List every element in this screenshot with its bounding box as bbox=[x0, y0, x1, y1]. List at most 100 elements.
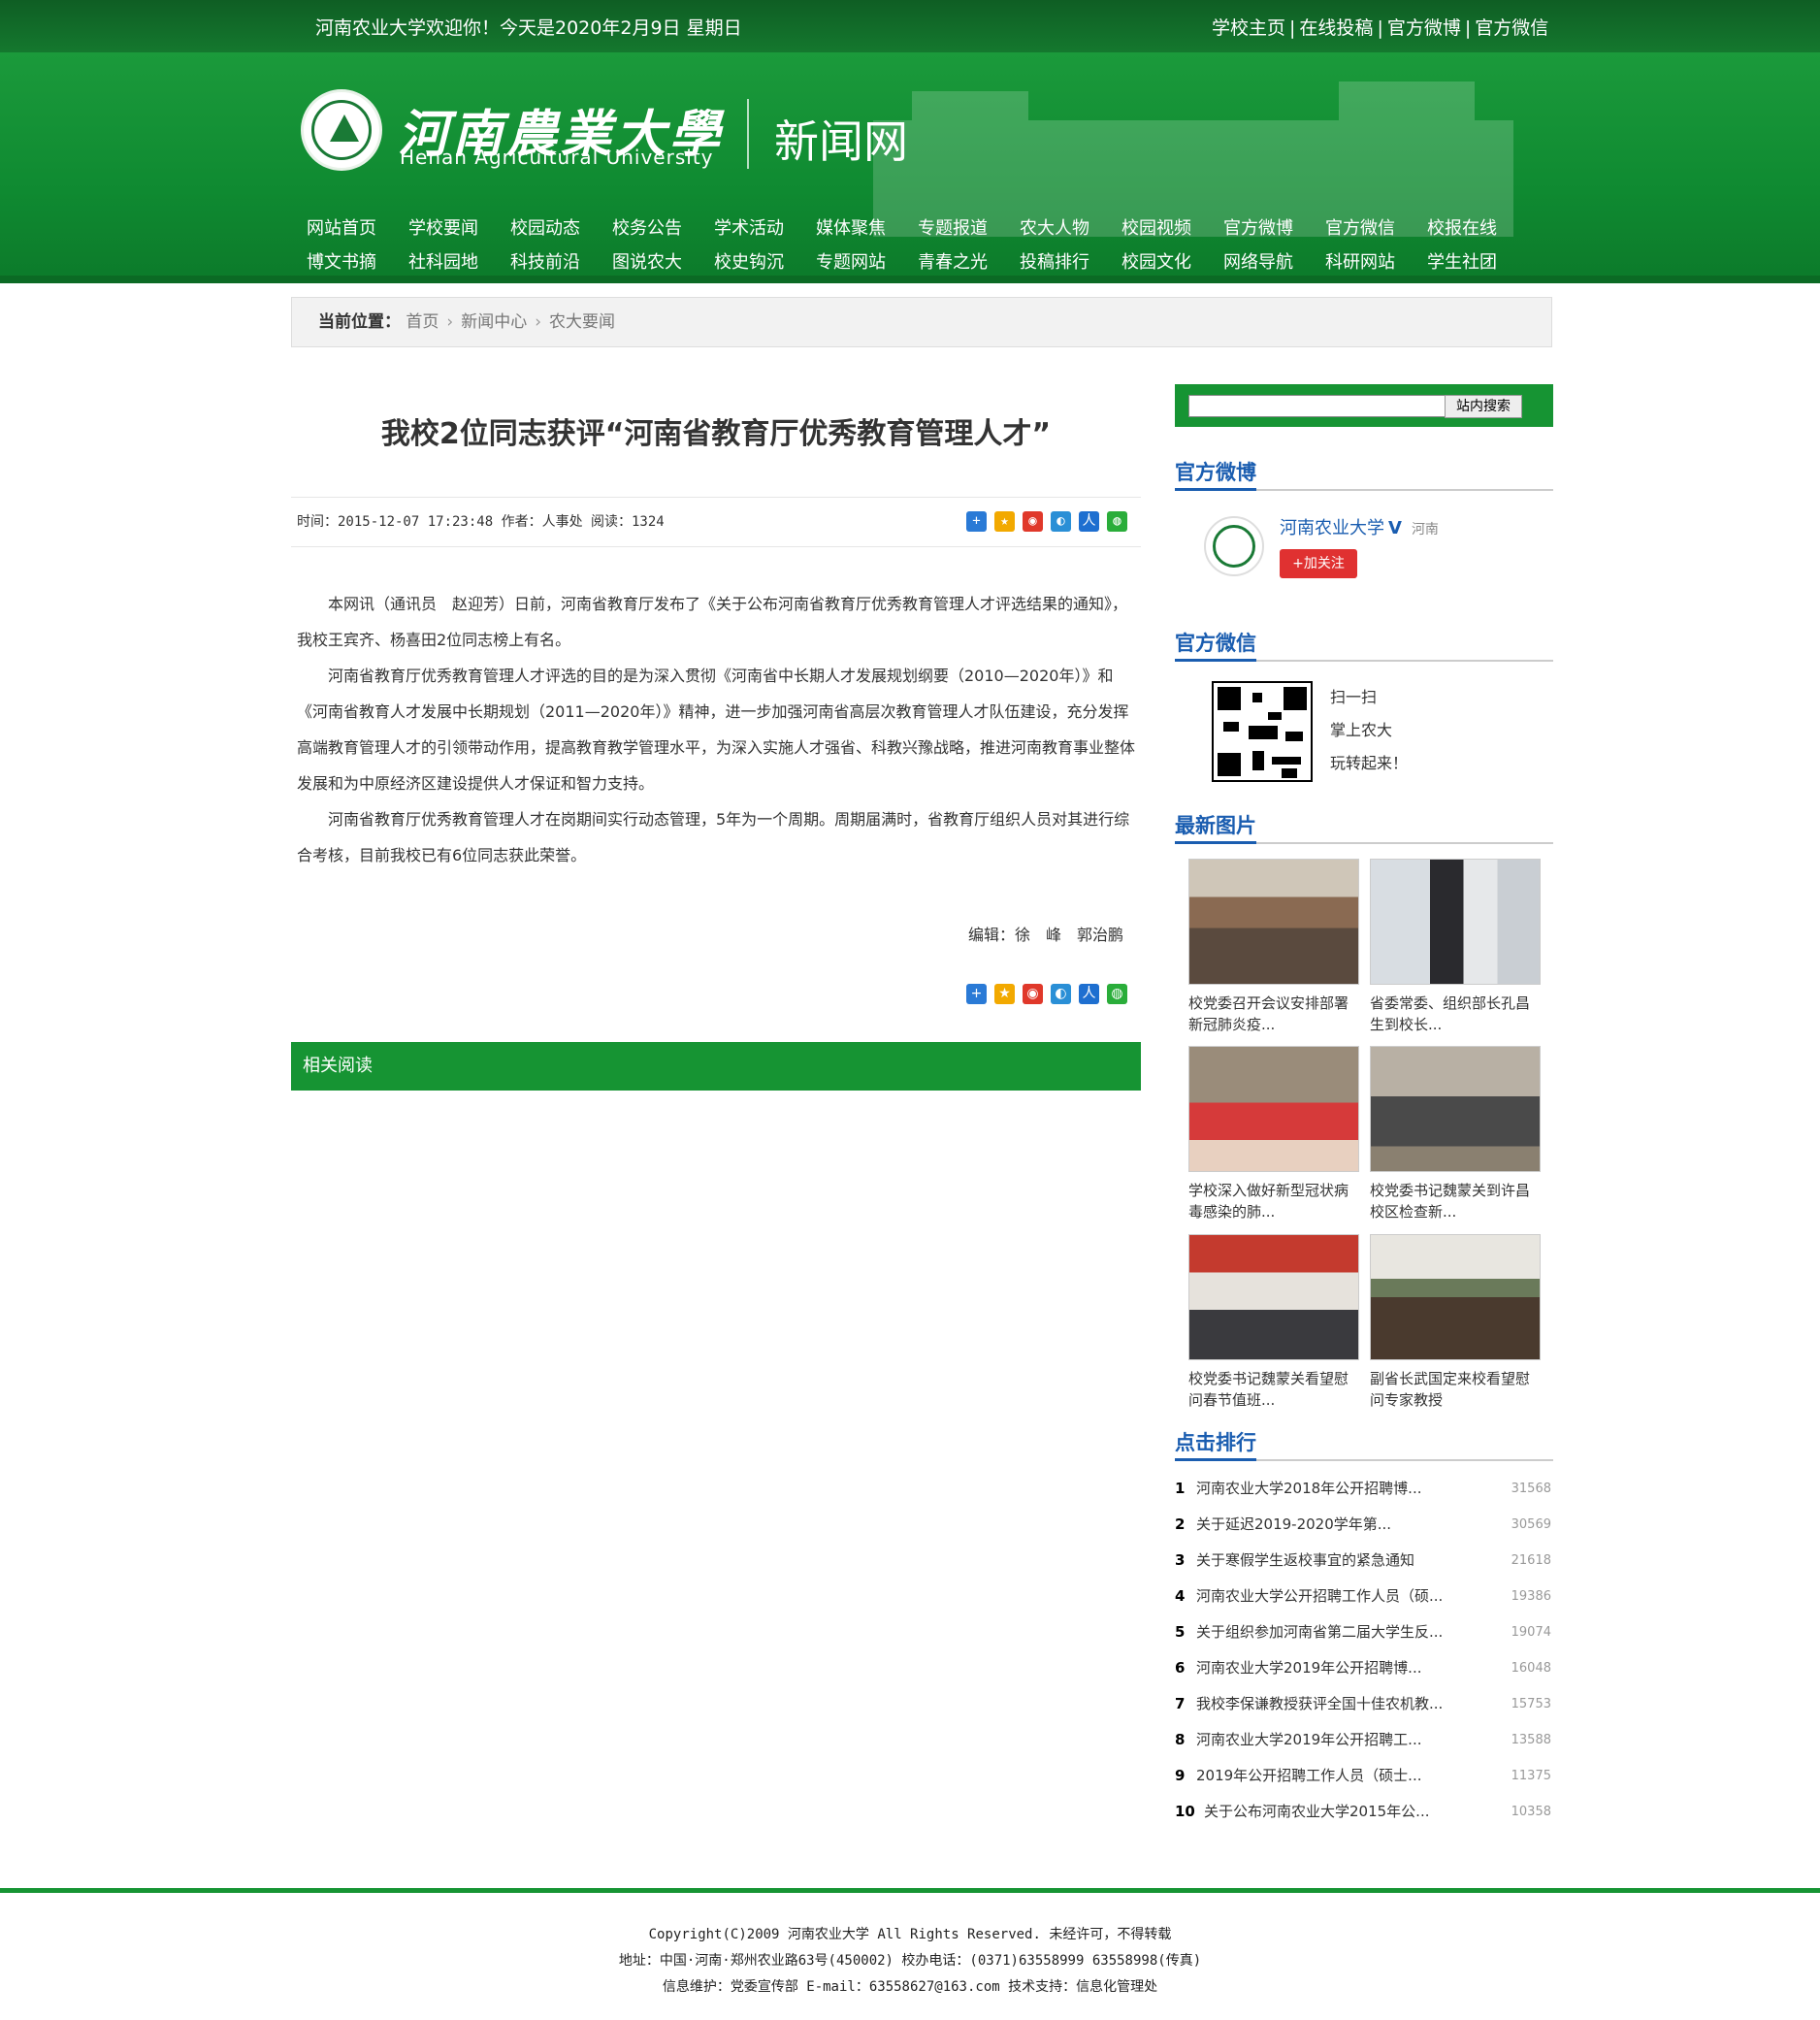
nav-item[interactable]: 图说农大 bbox=[612, 245, 714, 279]
nav-item[interactable]: 校报在线 bbox=[1427, 212, 1529, 245]
photo-item[interactable]: 省委常委、组织部长孔昌 生到校长... bbox=[1370, 859, 1541, 1035]
photo-thumbnail[interactable] bbox=[1370, 859, 1541, 985]
wechat-icon[interactable]: ◍ bbox=[1107, 984, 1127, 1004]
rank-title[interactable]: 河南农业大学2019年公开招聘博... bbox=[1196, 1650, 1421, 1686]
photo-caption[interactable]: 新冠肺炎疫... bbox=[1188, 1014, 1359, 1035]
nav-item[interactable]: 社科园地 bbox=[408, 245, 510, 279]
nav-item[interactable]: 学校要闻 bbox=[408, 212, 510, 245]
breadcrumb-current[interactable]: 农大要闻 bbox=[549, 312, 615, 332]
nav-item[interactable]: 校史钩沉 bbox=[714, 245, 816, 279]
rank-count: 16048 bbox=[1511, 1661, 1551, 1676]
nav-item[interactable]: 网络导航 bbox=[1223, 245, 1325, 279]
site-search: 站内搜索 bbox=[1175, 384, 1553, 427]
list-item[interactable]: 2 关于延迟2019-2020学年第... 30569 bbox=[1175, 1507, 1553, 1543]
rank-title[interactable]: 关于公布河南农业大学2015年公... bbox=[1204, 1794, 1429, 1830]
weibo-account[interactable]: 河南农业大学 V 河南 bbox=[1280, 514, 1439, 539]
renren-icon[interactable]: 人 bbox=[1079, 511, 1099, 532]
nav-item[interactable]: 校务公告 bbox=[612, 212, 714, 245]
nav-item[interactable]: 官方微信 bbox=[1325, 212, 1427, 245]
photo-caption[interactable]: 校区检查新... bbox=[1370, 1201, 1541, 1222]
nav-item[interactable]: 博文书摘 bbox=[307, 245, 408, 279]
list-item[interactable]: 7 我校李保谦教授获评全国十佳农机教... 15753 bbox=[1175, 1686, 1553, 1722]
nav-item[interactable]: 校园文化 bbox=[1121, 245, 1223, 279]
weibo-icon[interactable]: ◉ bbox=[1023, 511, 1043, 532]
nav-item[interactable]: 学生社团 bbox=[1427, 245, 1529, 279]
rank-title[interactable]: 我校李保谦教授获评全国十佳农机教... bbox=[1196, 1686, 1443, 1722]
list-item[interactable]: 3 关于寒假学生返校事宜的紧急通知 21618 bbox=[1175, 1543, 1553, 1579]
nav-item[interactable]: 科研网站 bbox=[1325, 245, 1427, 279]
photo-thumbnail[interactable] bbox=[1370, 1046, 1541, 1172]
list-item[interactable]: 6 河南农业大学2019年公开招聘博... 16048 bbox=[1175, 1650, 1553, 1686]
list-item[interactable]: 9 2019年公开招聘工作人员（硕士... 11375 bbox=[1175, 1758, 1553, 1794]
university-logo[interactable] bbox=[301, 89, 382, 171]
photo-item[interactable]: 校党委召开会议安排部署 新冠肺炎疫... bbox=[1188, 859, 1359, 1035]
weibo-icon[interactable]: ◉ bbox=[1023, 984, 1043, 1004]
nav-item[interactable]: 官方微博 bbox=[1223, 212, 1325, 245]
search-input[interactable] bbox=[1188, 395, 1447, 417]
nav-item[interactable]: 网站首页 bbox=[307, 212, 408, 245]
nav-item[interactable]: 媒体聚焦 bbox=[816, 212, 918, 245]
breadcrumb-home[interactable]: 首页 bbox=[406, 312, 439, 332]
tencent-icon[interactable]: ◐ bbox=[1051, 984, 1071, 1004]
rank-count: 11375 bbox=[1511, 1769, 1551, 1783]
photo-caption[interactable]: 生到校长... bbox=[1370, 1014, 1541, 1035]
rank-title[interactable]: 关于延迟2019-2020学年第... bbox=[1196, 1507, 1391, 1543]
list-item[interactable]: 1 河南农业大学2018年公开招聘博... 31568 bbox=[1175, 1471, 1553, 1507]
rank-title[interactable]: 河南农业大学公开招聘工作人员（硕... bbox=[1196, 1579, 1443, 1614]
search-button[interactable]: 站内搜索 bbox=[1445, 395, 1522, 418]
qzone-icon[interactable]: ★ bbox=[994, 984, 1015, 1004]
rank-title[interactable]: 关于组织参加河南省第二届大学生反... bbox=[1196, 1614, 1443, 1650]
nav-item[interactable]: 投稿排行 bbox=[1020, 245, 1121, 279]
follow-button[interactable]: +加关注 bbox=[1280, 549, 1357, 578]
renren-icon[interactable]: 人 bbox=[1079, 984, 1099, 1004]
wechat-icon[interactable]: ◍ bbox=[1107, 511, 1127, 532]
list-item[interactable]: 4 河南农业大学公开招聘工作人员（硕... 19386 bbox=[1175, 1579, 1553, 1614]
list-item[interactable]: 10 关于公布河南农业大学2015年公... 10358 bbox=[1175, 1794, 1553, 1830]
photo-caption[interactable]: 问春节值班... bbox=[1188, 1389, 1359, 1411]
plus-icon[interactable]: + bbox=[966, 511, 987, 532]
photo-thumbnail[interactable] bbox=[1188, 1234, 1359, 1360]
photo-item[interactable]: 学校深入做好新型冠状病 毒感染的肺... bbox=[1188, 1046, 1359, 1222]
list-item[interactable]: 8 河南农业大学2019年公开招聘工... 13588 bbox=[1175, 1722, 1553, 1758]
nav-item[interactable]: 学术活动 bbox=[714, 212, 816, 245]
rank-number: 5 bbox=[1175, 1623, 1186, 1641]
plus-icon[interactable]: + bbox=[966, 984, 987, 1004]
photo-caption[interactable]: 问专家教授 bbox=[1370, 1389, 1541, 1411]
nav-item[interactable]: 校园动态 bbox=[510, 212, 612, 245]
nav-item[interactable]: 科技前沿 bbox=[510, 245, 612, 279]
nav-item[interactable]: 农大人物 bbox=[1020, 212, 1121, 245]
photo-item[interactable]: 副省长武国定来校看望慰 问专家教授 bbox=[1370, 1234, 1541, 1411]
article-paragraph: 河南省教育厅优秀教育管理人才在岗期间实行动态管理，5年为一个周期。周期届满时，省… bbox=[297, 810, 1130, 864]
nav-item[interactable]: 校园视频 bbox=[1121, 212, 1223, 245]
top-link-weibo[interactable]: 官方微博 bbox=[1387, 17, 1461, 39]
top-link-submit[interactable]: 在线投稿 bbox=[1299, 17, 1373, 39]
avatar[interactable] bbox=[1204, 516, 1264, 576]
article-paragraph: 本网讯（通讯员 赵迎芳）日前，河南省教育厅发布了《关于公布河南省教育厅优秀教育管… bbox=[297, 595, 1128, 649]
qzone-icon[interactable]: ★ bbox=[994, 511, 1015, 532]
nav-item[interactable]: 专题网站 bbox=[816, 245, 918, 279]
photo-thumbnail[interactable] bbox=[1370, 1234, 1541, 1360]
photo-caption[interactable]: 校党委书记魏蒙关看望慰 bbox=[1188, 1368, 1359, 1389]
photo-caption[interactable]: 省委常委、组织部长孔昌 bbox=[1370, 993, 1541, 1014]
top-link-weixin[interactable]: 官方微信 bbox=[1475, 17, 1548, 39]
photo-caption[interactable]: 副省长武国定来校看望慰 bbox=[1370, 1368, 1541, 1389]
photo-caption[interactable]: 毒感染的肺... bbox=[1188, 1201, 1359, 1222]
rank-title[interactable]: 关于寒假学生返校事宜的紧急通知 bbox=[1196, 1543, 1414, 1579]
photo-item[interactable]: 校党委书记魏蒙关看望慰 问春节值班... bbox=[1188, 1234, 1359, 1411]
photo-caption[interactable]: 学校深入做好新型冠状病 bbox=[1188, 1180, 1359, 1201]
rank-title[interactable]: 河南农业大学2019年公开招聘工... bbox=[1196, 1722, 1421, 1758]
list-item[interactable]: 5 关于组织参加河南省第二届大学生反... 19074 bbox=[1175, 1614, 1553, 1650]
photo-caption[interactable]: 校党委召开会议安排部署 bbox=[1188, 993, 1359, 1014]
nav-item[interactable]: 专题报道 bbox=[918, 212, 1020, 245]
rank-title[interactable]: 2019年公开招聘工作人员（硕士... bbox=[1196, 1758, 1421, 1794]
tencent-icon[interactable]: ◐ bbox=[1051, 511, 1071, 532]
rank-title[interactable]: 河南农业大学2018年公开招聘博... bbox=[1196, 1471, 1421, 1507]
photo-thumbnail[interactable] bbox=[1188, 1046, 1359, 1172]
photo-caption[interactable]: 校党委书记魏蒙关到许昌 bbox=[1370, 1180, 1541, 1201]
top-link-homepage[interactable]: 学校主页 bbox=[1212, 17, 1285, 39]
photo-thumbnail[interactable] bbox=[1188, 859, 1359, 985]
nav-item[interactable]: 青春之光 bbox=[918, 245, 1020, 279]
breadcrumb-news-center[interactable]: 新闻中心 bbox=[461, 312, 527, 332]
weibo-name[interactable]: 河南农业大学 bbox=[1280, 518, 1384, 538]
photo-item[interactable]: 校党委书记魏蒙关到许昌 校区检查新... bbox=[1370, 1046, 1541, 1222]
